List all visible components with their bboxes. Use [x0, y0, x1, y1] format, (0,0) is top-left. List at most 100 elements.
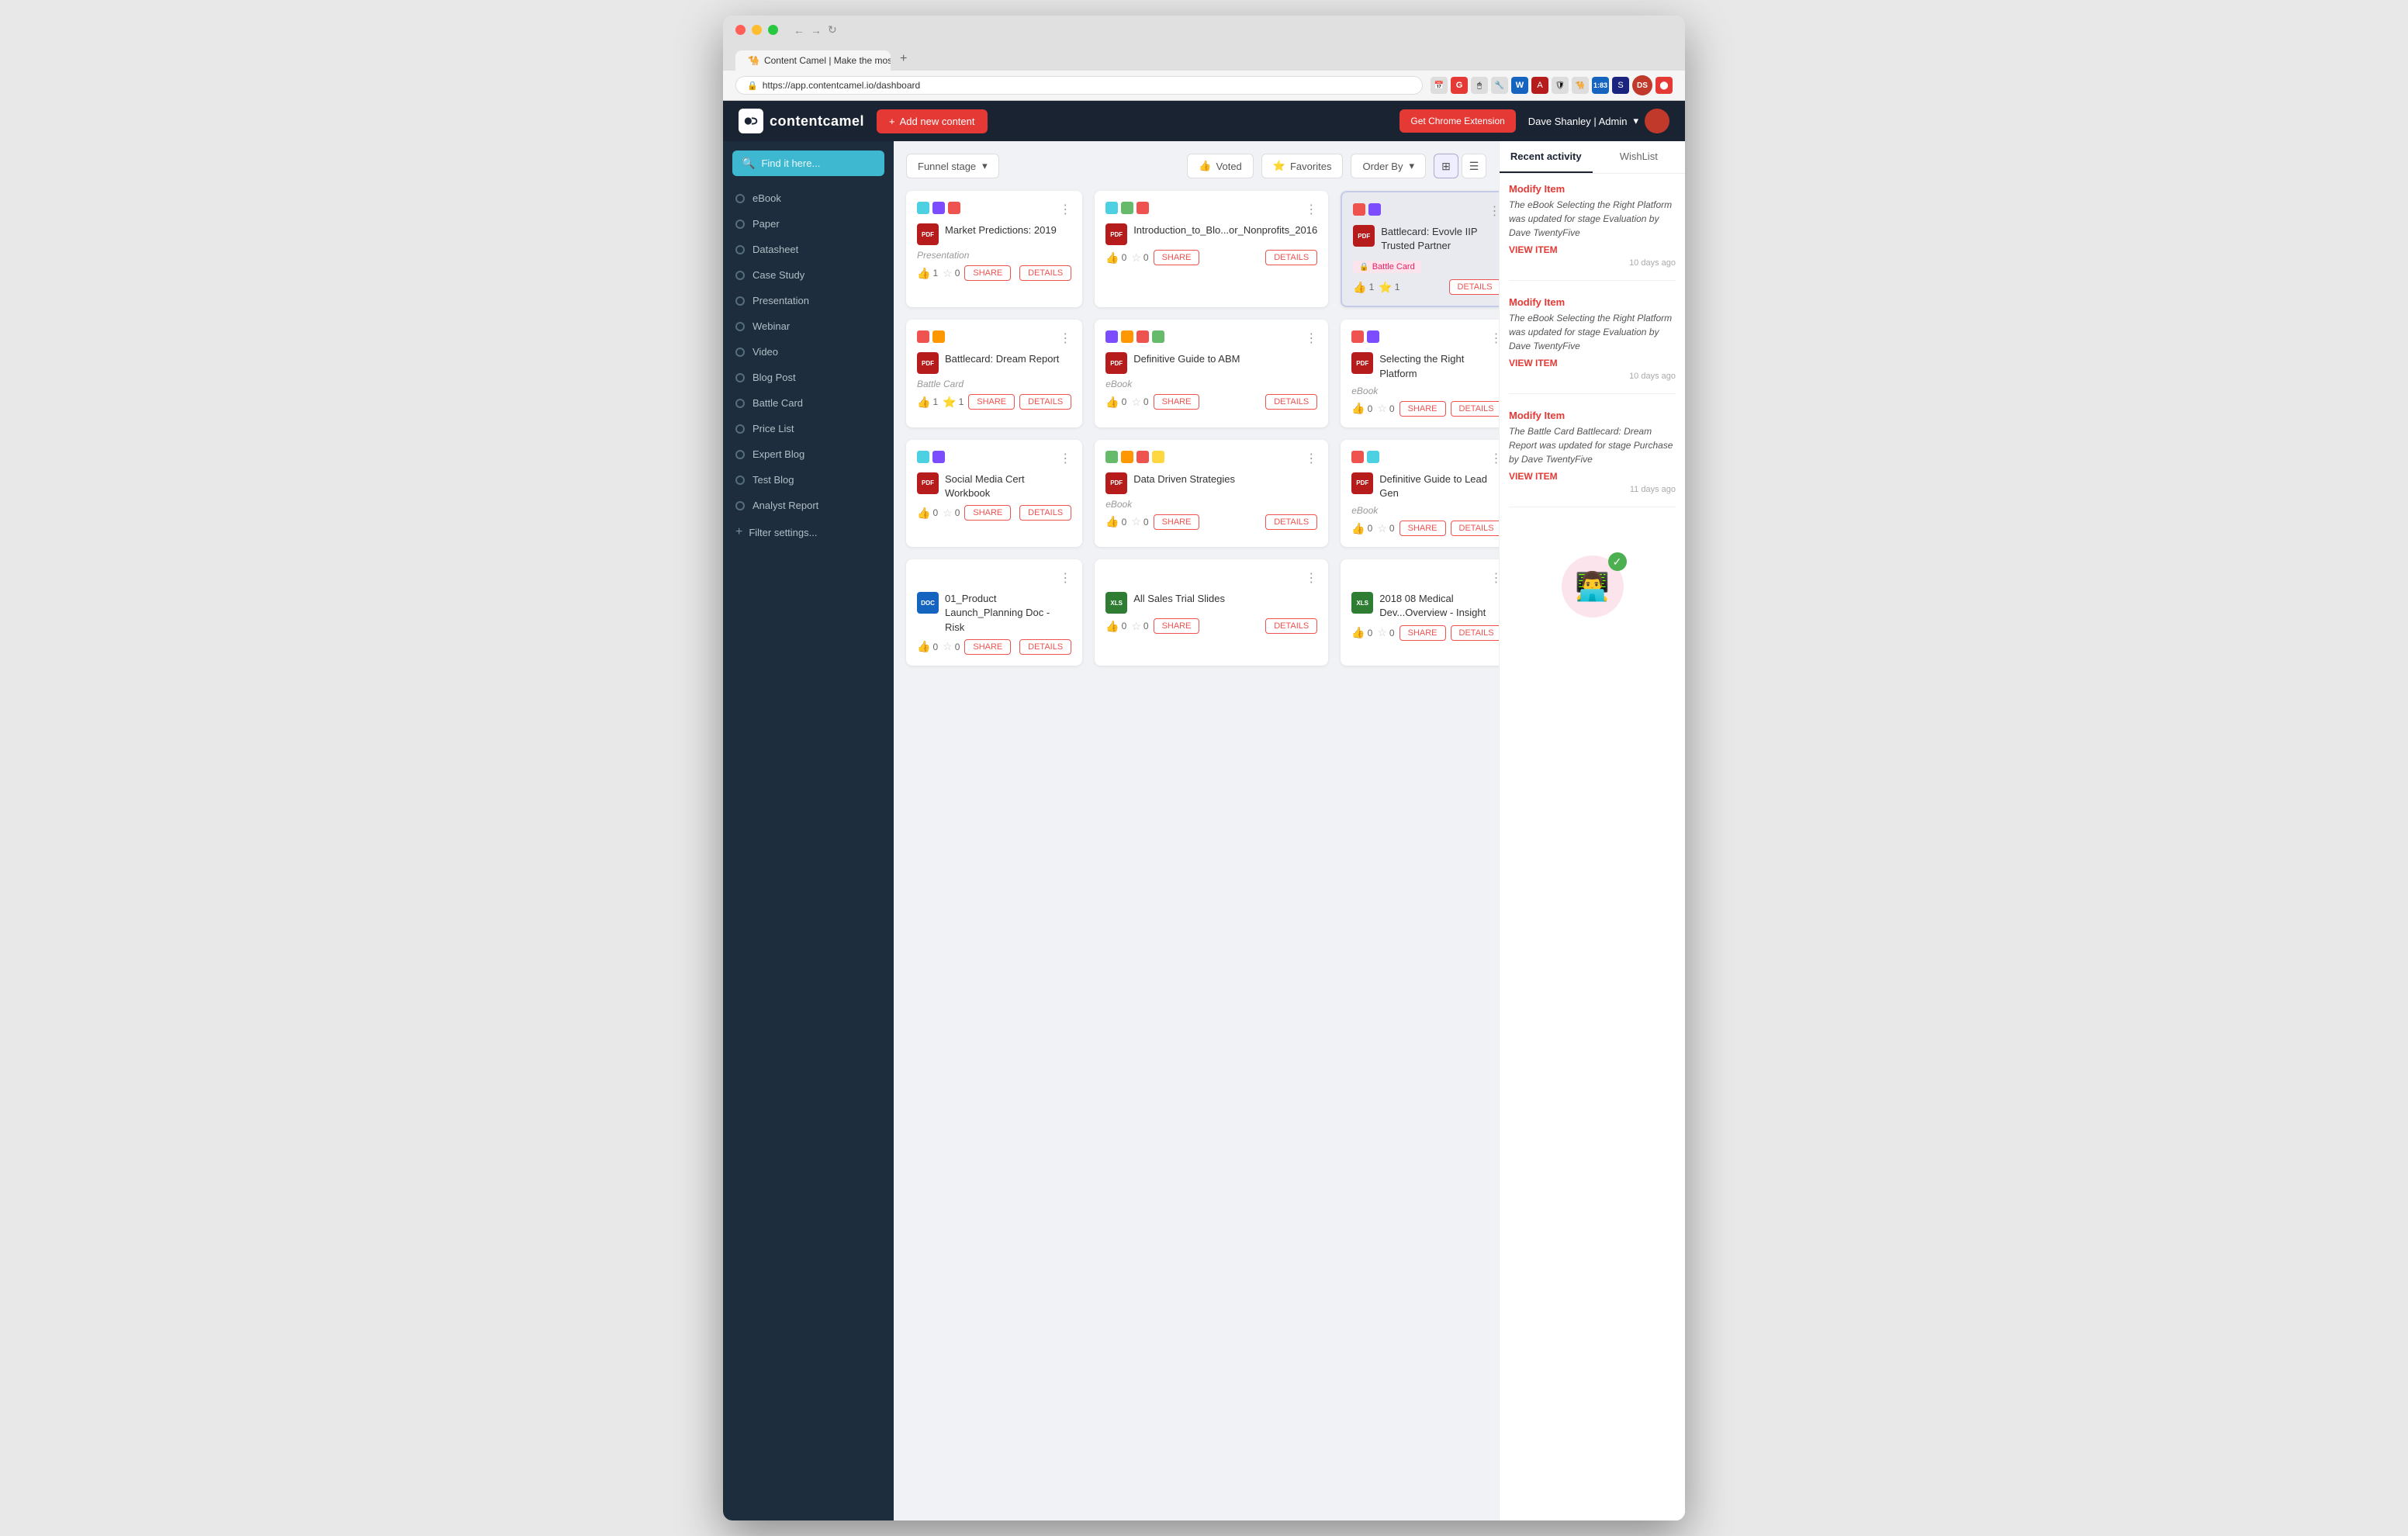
card-1-menu[interactable]: ⋮ — [1059, 202, 1071, 217]
sidebar-item-test-blog[interactable]: Test Blog — [723, 467, 894, 493]
ext-1-icon[interactable]: 1:83 — [1592, 77, 1609, 94]
thumbs-up-icon: 👍 — [1105, 251, 1119, 265]
thumbs-up-icon: 👍 — [1351, 626, 1365, 639]
card-9-menu[interactable]: ⋮ — [1490, 451, 1499, 466]
forward-button[interactable]: → — [811, 24, 822, 36]
activity-1-link[interactable]: VIEW ITEM — [1509, 244, 1676, 255]
card-8-menu[interactable]: ⋮ — [1305, 451, 1317, 466]
active-tab[interactable]: 🐪 Content Camel | Make the mos... × — [735, 50, 891, 71]
card-10-details-button[interactable]: DETAILS — [1019, 639, 1071, 655]
sidebar-item-video[interactable]: Video — [723, 339, 894, 365]
sidebar-dot-case-study — [735, 271, 745, 280]
card-2-share-button[interactable]: SHARE — [1154, 250, 1200, 265]
wishlist-tab[interactable]: WishList — [1593, 141, 1686, 173]
sidebar-item-blog-post[interactable]: Blog Post — [723, 365, 894, 390]
back-button[interactable]: ← — [794, 24, 804, 36]
ext-chrome-icon[interactable]: 🔧 — [1491, 77, 1508, 94]
sidebar-item-price-list[interactable]: Price List — [723, 416, 894, 441]
card-2-details-button[interactable]: DETAILS — [1265, 250, 1317, 265]
sidebar-item-paper[interactable]: Paper — [723, 211, 894, 237]
card-11-menu[interactable]: ⋮ — [1305, 570, 1317, 586]
recent-activity-tab[interactable]: Recent activity — [1500, 141, 1593, 173]
sidebar-item-datasheet[interactable]: Datasheet — [723, 237, 894, 262]
card-9-title-row: PDF Definitive Guide to Lead Gen — [1351, 472, 1499, 500]
search-box[interactable]: 🔍 Find it here... — [732, 150, 884, 176]
sidebar-item-ebook[interactable]: eBook — [723, 185, 894, 211]
card-3-stars: ⭐ 1 — [1379, 281, 1399, 294]
ext-dot-icon[interactable]: ⬤ — [1656, 77, 1673, 94]
sidebar-item-presentation[interactable]: Presentation — [723, 288, 894, 313]
list-view-button[interactable]: ☰ — [1462, 154, 1486, 178]
ext-camel-icon[interactable]: 🐪 — [1572, 77, 1589, 94]
filter-settings[interactable]: + Filter settings... — [723, 518, 894, 546]
card-11-details-button[interactable]: DETAILS — [1265, 618, 1317, 634]
activity-3-link[interactable]: VIEW ITEM — [1509, 471, 1676, 482]
card-6-menu[interactable]: ⋮ — [1490, 330, 1499, 346]
sidebar-item-battle-card[interactable]: Battle Card — [723, 390, 894, 416]
maximize-window-button[interactable] — [768, 25, 778, 35]
card-12-share-button[interactable]: SHARE — [1399, 625, 1446, 641]
ext-acrobat-icon[interactable]: A — [1531, 77, 1548, 94]
sidebar-item-expert-blog[interactable]: Expert Blog — [723, 441, 894, 467]
voted-button[interactable]: 👍 Voted — [1187, 154, 1253, 178]
browser-addressbar: 🔒 https://app.contentcamel.io/dashboard … — [723, 71, 1685, 101]
chrome-extension-button[interactable]: Get Chrome Extension — [1399, 109, 1515, 133]
card-6-title-row: PDF Selecting the Right Platform — [1351, 352, 1499, 380]
card-7-share-button[interactable]: SHARE — [964, 505, 1011, 521]
reload-button[interactable]: ↻ — [828, 23, 837, 36]
card-4-details-button[interactable]: DETAILS — [1019, 394, 1071, 410]
card-7-menu[interactable]: ⋮ — [1059, 451, 1071, 466]
card-5-type: eBook — [1105, 379, 1317, 389]
favorites-button[interactable]: ⭐ Favorites — [1261, 154, 1344, 178]
order-by-select[interactable]: Order By ▾ — [1351, 154, 1426, 178]
ext-cursor-icon[interactable]: 🖱 — [1471, 77, 1488, 94]
close-window-button[interactable] — [735, 25, 746, 35]
card-6-details-button[interactable]: DETAILS — [1451, 401, 1499, 417]
card-9-details-button[interactable]: DETAILS — [1451, 521, 1499, 536]
funnel-stage-select[interactable]: Funnel stage ▾ — [906, 154, 999, 178]
user-area[interactable]: Dave Shanley | Admin ▾ — [1528, 109, 1669, 133]
card-8-details-button[interactable]: DETAILS — [1265, 514, 1317, 530]
activity-2-link[interactable]: VIEW ITEM — [1509, 358, 1676, 368]
minimize-window-button[interactable] — [752, 25, 762, 35]
ext-calendar-icon[interactable]: 📅 — [1431, 77, 1448, 94]
card-4-actions: 👍 1 ⭐ 1 SHARE DETAILS — [917, 394, 1071, 410]
card-3-details-button[interactable]: DETAILS — [1449, 279, 1499, 295]
card-10-share-button[interactable]: SHARE — [964, 639, 1011, 655]
card-7-details-button[interactable]: DETAILS — [1019, 505, 1071, 521]
sidebar-item-case-study[interactable]: Case Study — [723, 262, 894, 288]
profile-avatar[interactable]: DS — [1632, 75, 1652, 95]
grid-view-button[interactable]: ⊞ — [1434, 154, 1458, 178]
address-bar[interactable]: 🔒 https://app.contentcamel.io/dashboard — [735, 76, 1423, 95]
card-5-share-button[interactable]: SHARE — [1154, 394, 1200, 410]
ext-g-icon[interactable]: G — [1451, 77, 1468, 94]
add-content-label: Add new content — [900, 116, 975, 127]
card-5-details-button[interactable]: DETAILS — [1265, 394, 1317, 410]
card-11-stars: ☆ 0 — [1131, 620, 1148, 633]
card-1-details-button[interactable]: DETAILS — [1019, 265, 1071, 281]
ext-shield-icon[interactable]: 🛡 — [1552, 77, 1569, 94]
new-tab-button[interactable]: + — [892, 47, 915, 71]
card-4-share-button[interactable]: SHARE — [968, 394, 1015, 410]
sidebar-label-analyst-report: Analyst Report — [752, 500, 818, 511]
card-1-file-icon: PDF — [917, 223, 939, 245]
card-8-share-button[interactable]: SHARE — [1154, 514, 1200, 530]
card-2-menu[interactable]: ⋮ — [1305, 202, 1317, 217]
sidebar-item-analyst-report[interactable]: Analyst Report — [723, 493, 894, 518]
card-3-menu[interactable]: ⋮ — [1489, 203, 1499, 219]
sidebar-item-webinar[interactable]: Webinar — [723, 313, 894, 339]
card-4-menu[interactable]: ⋮ — [1059, 330, 1071, 346]
card-6-share-button[interactable]: SHARE — [1399, 401, 1446, 417]
card-11-title: All Sales Trial Slides — [1133, 592, 1225, 606]
card-11-share-button[interactable]: SHARE — [1154, 618, 1200, 634]
card-5-menu[interactable]: ⋮ — [1305, 330, 1317, 346]
card-12-menu[interactable]: ⋮ — [1490, 570, 1499, 586]
card-1-share-button[interactable]: SHARE — [964, 265, 1011, 281]
card-12-details-button[interactable]: DETAILS — [1451, 625, 1499, 641]
url-text: https://app.contentcamel.io/dashboard — [763, 80, 920, 91]
ext-w-icon[interactable]: W — [1511, 77, 1528, 94]
add-content-button[interactable]: + Add new content — [877, 109, 987, 133]
card-10-menu[interactable]: ⋮ — [1059, 570, 1071, 586]
ext-s-icon[interactable]: S — [1612, 77, 1629, 94]
card-9-share-button[interactable]: SHARE — [1399, 521, 1446, 536]
